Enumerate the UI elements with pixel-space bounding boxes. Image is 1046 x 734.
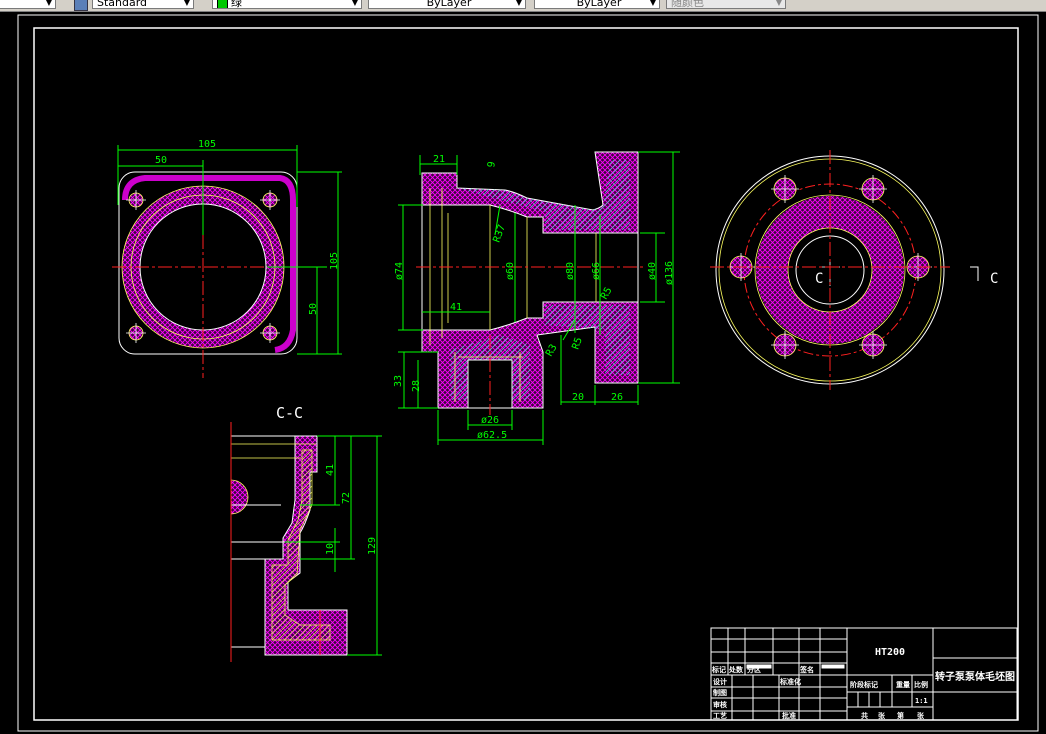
chevron-down-icon: ▼ — [649, 0, 656, 7]
plot-style-combo: 随颜色 ▼ — [666, 0, 786, 9]
cc-section-view: C-C 41 72 10 129 — [230, 404, 382, 662]
color-combo[interactable]: 绿 ▼ — [212, 0, 362, 9]
linetype-combo[interactable]: ByLayer ▼ — [368, 0, 526, 9]
dim-phi26: ø26 — [481, 415, 499, 426]
plot-style-value: 随颜色 — [671, 0, 704, 9]
dim-10-cc: 10 — [325, 543, 336, 555]
dim-phi74: ø74 — [394, 262, 405, 280]
dim-33: 33 — [393, 375, 404, 387]
drawing-name: 转子泵泵体毛坯图 — [935, 670, 1015, 683]
dim-phi136: ø136 — [664, 261, 675, 285]
dim-9: 9 — [486, 161, 498, 169]
label-weight: 重量 — [896, 680, 910, 689]
cc-view-title: C-C — [276, 404, 303, 422]
dim-phi60: ø60 — [505, 262, 516, 280]
drawing-canvas[interactable]: 105 50 105 50 21 9 R37 ø74 41 ø60 ø80 ø6… — [0, 12, 1046, 734]
side-view: C C — [710, 150, 998, 390]
color-swatch — [217, 0, 228, 8]
properties-toolbar: ▼ Standard ▼ 绿 ▼ ByLayer ▼ ByLayer ▼ 随颜色 ▼ — [0, 0, 1046, 12]
label-review: 审核 — [713, 700, 727, 709]
dim-phi40: ø40 — [647, 262, 658, 280]
chevron-down-icon: ▼ — [775, 0, 782, 7]
label-stage-mark: 阶段标记 — [850, 680, 878, 689]
label-zone: 分区 — [747, 665, 761, 674]
dim-129-cc: 129 — [367, 537, 378, 555]
color-value: 绿 — [231, 0, 242, 9]
dim-20: 20 — [572, 392, 584, 403]
dim-41: 41 — [450, 302, 462, 313]
label-sheets-total: 共 — [861, 711, 868, 720]
dim-50-height: 50 — [308, 303, 319, 315]
section-view: 21 9 R37 ø74 41 ø60 ø80 ø66 ø40 ø136 R5 … — [393, 151, 680, 445]
dim-41-cc: 41 — [325, 464, 336, 476]
section-mark-c-inner: C — [815, 271, 823, 287]
front-view: 105 50 105 50 — [112, 139, 342, 378]
dim-105-height: 105 — [329, 252, 340, 270]
layer-combo[interactable]: ▼ — [0, 0, 56, 9]
scale-value: 1:1 — [915, 697, 928, 705]
lineweight-combo[interactable]: ByLayer ▼ — [534, 0, 660, 9]
label-standardization: 标准化 — [779, 677, 801, 686]
label-sheet-no: 第 — [897, 711, 904, 720]
label-scale: 比例 — [914, 680, 928, 689]
chevron-down-icon: ▼ — [515, 0, 522, 7]
label-mark: 标记 — [711, 665, 726, 674]
dim-105-width: 105 — [198, 139, 216, 150]
chevron-down-icon: ▼ — [183, 0, 190, 7]
dim-phi62-5: ø62.5 — [477, 430, 507, 441]
text-style-combo[interactable]: Standard ▼ — [92, 0, 194, 9]
dim-phi80: ø80 — [565, 262, 576, 280]
text-style-icon[interactable] — [74, 0, 88, 11]
label-process: 工艺 — [713, 711, 727, 720]
label-sheet-unit-2: 张 — [917, 711, 925, 720]
dim-28: 28 — [411, 380, 422, 392]
dim-21: 21 — [433, 154, 445, 165]
label-count: 处数 — [728, 665, 744, 674]
linetype-value: ByLayer — [426, 0, 472, 9]
dim-r5-lower: R5 — [570, 336, 584, 351]
label-design: 设计 — [713, 677, 727, 686]
lineweight-value: ByLayer — [576, 0, 622, 9]
section-mark-c-outer: C — [990, 271, 998, 287]
dim-72-cc: 72 — [341, 492, 352, 504]
label-approve: 批准 — [782, 711, 796, 720]
chevron-down-icon: ▼ — [351, 0, 358, 7]
label-sheet-unit-1: 张 — [878, 711, 886, 720]
dim-26: 26 — [611, 392, 623, 403]
label-signature: 签名 — [799, 665, 814, 674]
text-style-value: Standard — [97, 0, 148, 9]
material-label: HT200 — [875, 647, 905, 658]
dim-r3: R3 — [544, 343, 560, 359]
dim-50-width: 50 — [155, 155, 167, 166]
label-drafting: 制图 — [713, 688, 727, 697]
chevron-down-icon: ▼ — [45, 0, 52, 7]
dim-phi66: ø66 — [591, 262, 602, 280]
